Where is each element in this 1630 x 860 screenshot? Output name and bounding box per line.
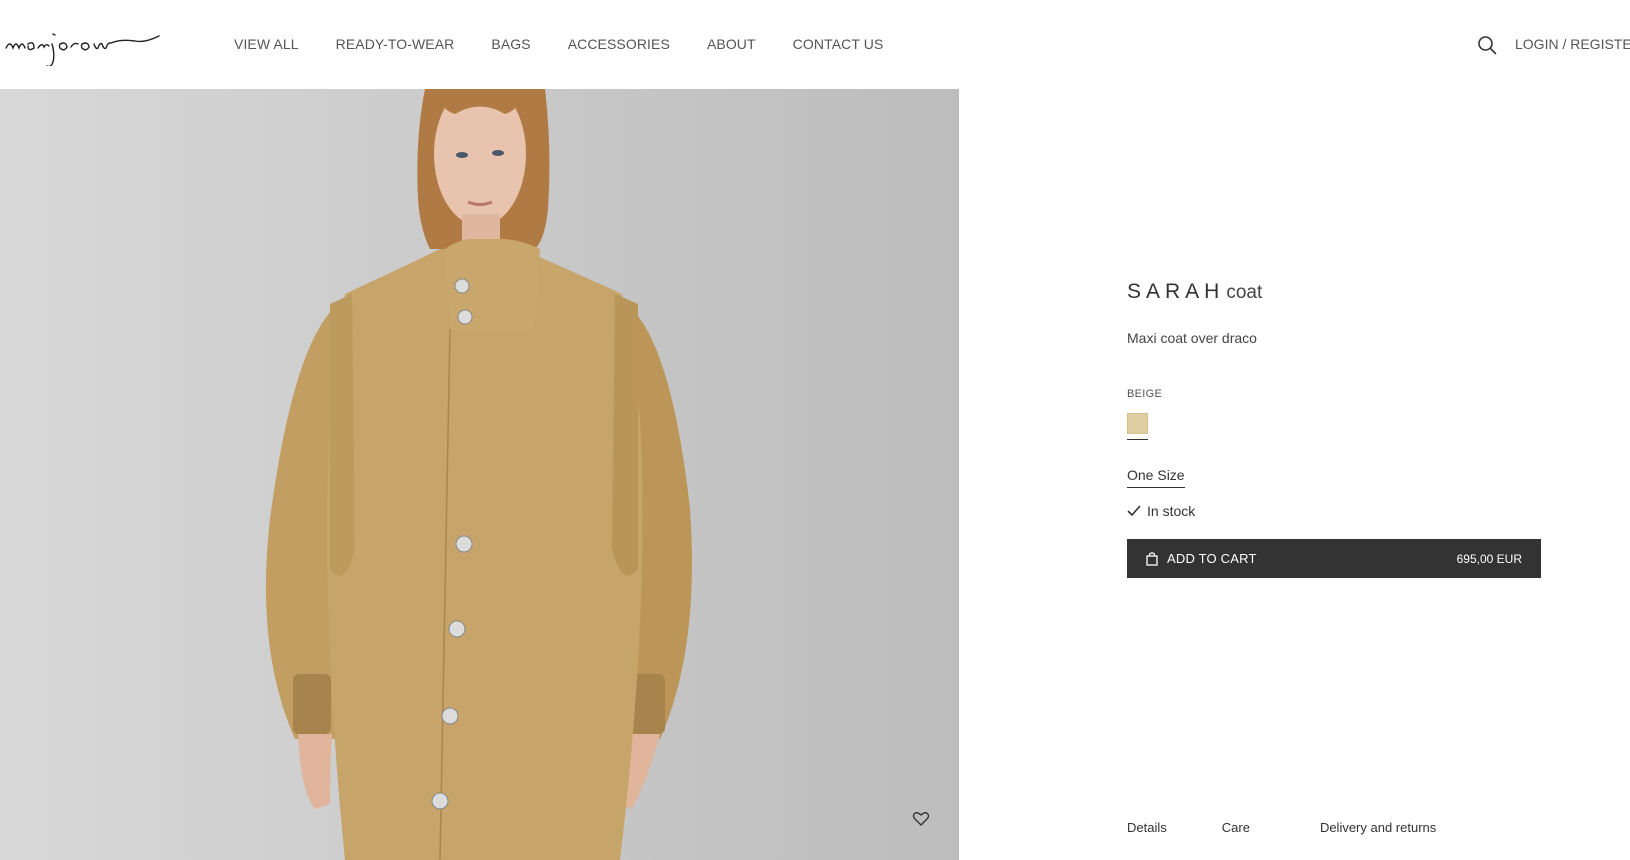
product-price: 695,00 EUR	[1456, 551, 1522, 566]
nav-about[interactable]: ABOUT	[707, 36, 756, 52]
color-swatch	[1127, 413, 1148, 434]
shopping-bag-icon	[1146, 551, 1158, 566]
check-icon	[1127, 505, 1141, 516]
nav-ready-to-wear[interactable]: READY-TO-WEAR	[336, 36, 455, 52]
tab-delivery-returns[interactable]: Delivery and returns	[1320, 820, 1436, 835]
main-nav: VIEW ALL READY-TO-WEAR BAGS ACCESSORIES …	[234, 36, 883, 52]
add-to-cart-button[interactable]: ADD TO CART 695,00 EUR	[1127, 539, 1541, 578]
stock-status: In stock	[1127, 503, 1195, 519]
size-option-one-size[interactable]: One Size	[1127, 467, 1185, 488]
product-info-tabs: Details Care Delivery and returns	[1127, 820, 1436, 835]
heart-icon[interactable]	[912, 810, 930, 828]
tab-details[interactable]: Details	[1127, 820, 1167, 835]
tab-care[interactable]: Care	[1222, 820, 1250, 835]
product-description: Maxi coat over draco	[1127, 330, 1257, 346]
brand-logo[interactable]	[4, 22, 174, 66]
site-header: VIEW ALL READY-TO-WEAR BAGS ACCESSORIES …	[0, 0, 1630, 89]
nav-accessories[interactable]: ACCESSORIES	[568, 36, 670, 52]
stock-label: In stock	[1147, 503, 1196, 519]
add-to-cart-label: ADD TO CART	[1167, 551, 1257, 566]
nav-contact-us[interactable]: CONTACT US	[793, 36, 884, 52]
login-register-link[interactable]: LOGIN / REGISTER	[1515, 36, 1630, 52]
product-photo-illustration	[265, 89, 692, 860]
product-type: coat	[1226, 282, 1263, 303]
product-image[interactable]	[0, 89, 959, 860]
search-icon[interactable]	[1477, 35, 1497, 55]
product-name: SARAH	[1127, 280, 1225, 303]
nav-view-all[interactable]: VIEW ALL	[234, 36, 299, 52]
color-label: BEIGE	[1127, 388, 1163, 400]
color-swatch-beige[interactable]	[1127, 413, 1148, 440]
nav-bags[interactable]: BAGS	[491, 36, 530, 52]
product-title: SARAH coat	[1127, 280, 1262, 304]
